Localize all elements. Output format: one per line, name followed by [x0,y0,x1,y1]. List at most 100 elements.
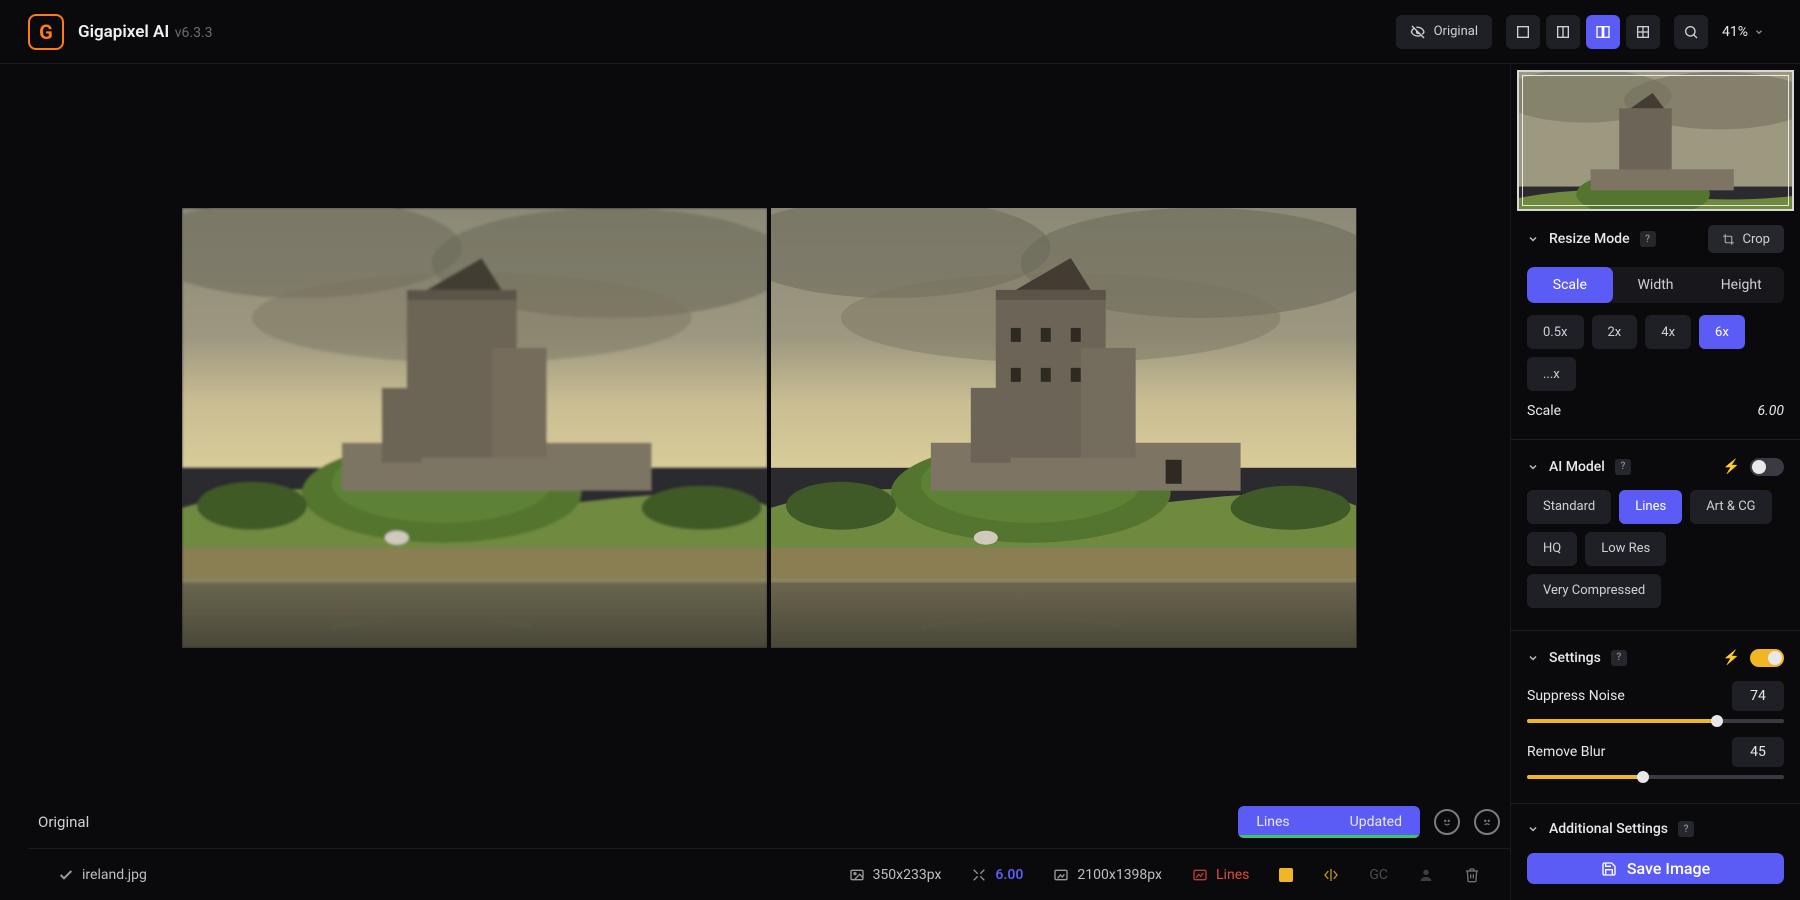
grid-icon [1635,24,1651,40]
remove-blur-label: Remove Blur [1527,744,1605,760]
resize-panel: Resize Mode ? Crop Scale Width Height [1511,211,1800,435]
frown-icon [1480,815,1494,829]
preview-processed-pane[interactable] [771,208,1357,648]
remove-blur-row: Remove Blur 45 [1527,737,1784,779]
zoom-button[interactable] [1674,15,1708,49]
chevron-down-icon [1754,27,1764,37]
suppress-noise-label: Suppress Noise [1527,688,1625,704]
model-hq[interactable]: HQ [1527,532,1577,566]
bolt-icon: ⚡ [1723,459,1740,475]
navigator-thumbnail[interactable] [1517,70,1794,211]
castle-scene-original [182,208,767,648]
settings-auto-toggle[interactable] [1750,649,1784,667]
model-auto-toggle[interactable] [1750,458,1784,476]
person-icon [1418,867,1434,883]
trash-icon [1464,867,1480,883]
castle-scene-processed [771,208,1356,648]
file-info-bar: ireland.jpg 350x233px 6.00 2100x1398px [28,848,1510,900]
feedback-happy-button[interactable] [1434,809,1460,835]
scale-6x[interactable]: 6x [1699,315,1745,349]
suppress-noise-row: Suppress Noise 74 [1527,681,1784,723]
resize-mode-segment: Scale Width Height [1527,267,1784,303]
swatch-icon [1279,868,1293,882]
expand-icon [971,867,987,883]
additional-panel: Additional Settings ? [1511,807,1800,843]
scale-value: 6.00 [1758,403,1784,419]
mode-height[interactable]: Height [1698,267,1784,303]
remove-blur-value[interactable]: 45 [1732,737,1784,767]
settings-title: Settings [1549,650,1601,666]
out-dimensions: 2100x1398px [1053,867,1162,883]
compare-indicator [1323,867,1339,883]
original-toggle[interactable]: Original [1396,15,1492,49]
chevron-down-icon[interactable] [1527,233,1539,245]
view-side-by-side-button[interactable] [1586,15,1620,49]
chevron-down-icon[interactable] [1527,461,1539,473]
preview-label-row: Original Lines Updated [28,792,1510,848]
model-artcg[interactable]: Art & CG [1690,490,1771,524]
scale-custom[interactable]: ...x [1527,357,1576,391]
square-icon [1515,24,1531,40]
settings-panel: Settings ? ⚡ Suppress Noise 74 [1511,635,1800,799]
scale-0_5x[interactable]: 0.5x [1527,315,1584,349]
model-lines[interactable]: Lines [1619,490,1682,524]
save-image-button[interactable]: Save Image [1527,853,1784,884]
main-area: Original Lines Updated ireland.jpg [0,64,1510,900]
scale-label: Scale [1527,403,1561,419]
split-vertical-icon [1555,24,1571,40]
chevron-down-icon[interactable] [1527,823,1539,835]
original-toggle-label: Original [1434,24,1478,39]
view-single-button[interactable] [1506,15,1540,49]
save-icon [1601,861,1617,877]
suppress-noise-value[interactable]: 74 [1732,681,1784,711]
view-grid-button[interactable] [1626,15,1660,49]
face-indicator [1418,867,1434,883]
badge-model: Lines [1256,814,1289,830]
model-lowres[interactable]: Low Res [1585,532,1666,566]
scale-2x[interactable]: 2x [1592,315,1638,349]
preview-original-pane[interactable] [182,208,768,648]
additional-title: Additional Settings [1549,821,1668,837]
top-bar: G Gigapixel AI v6.3.3 Original 41% [0,0,1800,64]
delete-button[interactable] [1464,867,1480,883]
zoom-dropdown[interactable]: 41% [1714,24,1772,40]
feedback-sad-button[interactable] [1474,809,1500,835]
zoom-value: 41% [1722,24,1748,40]
badge-status: Updated [1350,814,1402,830]
src-dimensions: 350x233px [849,867,942,883]
view-split-button[interactable] [1546,15,1580,49]
format-indicator [1279,868,1293,882]
model-chips: Standard Lines Art & CG HQ Low Res Very … [1527,490,1784,608]
image-icon [849,867,865,883]
model-verycompressed[interactable]: Very Compressed [1527,574,1661,608]
help-icon[interactable]: ? [1678,821,1694,837]
scale-chips: 0.5x 2x 4x 6x ...x [1527,315,1784,391]
suppress-noise-slider[interactable] [1527,719,1784,723]
help-icon[interactable]: ? [1611,650,1627,666]
help-icon[interactable]: ? [1640,231,1656,247]
image-red-icon [1192,867,1208,883]
crop-icon [1722,233,1735,246]
model-standard[interactable]: Standard [1527,490,1611,524]
mode-width[interactable]: Width [1613,267,1699,303]
app-logo: G [28,14,64,50]
model-title: AI Model [1549,459,1605,475]
original-label: Original [38,813,89,831]
help-icon[interactable]: ? [1615,459,1631,475]
resize-title: Resize Mode [1549,231,1630,247]
crop-button[interactable]: Crop [1708,225,1784,253]
preview-canvas[interactable] [182,208,1357,648]
status-badge: Lines Updated [1238,806,1420,838]
model-indicator: Lines [1192,867,1249,883]
save-label: Save Image [1627,859,1710,878]
file-name[interactable]: ireland.jpg [58,867,147,883]
mode-scale[interactable]: Scale [1527,267,1613,303]
eye-off-icon [1410,24,1426,40]
navigator-viewport[interactable] [1522,75,1789,206]
remove-blur-slider[interactable] [1527,775,1784,779]
app-version: v6.3.3 [175,25,213,41]
chevron-down-icon[interactable] [1527,652,1539,664]
scale-4x[interactable]: 4x [1645,315,1691,349]
check-icon [58,867,74,883]
model-panel: AI Model ? ⚡ Standard Lines Art & CG HQ … [1511,444,1800,626]
